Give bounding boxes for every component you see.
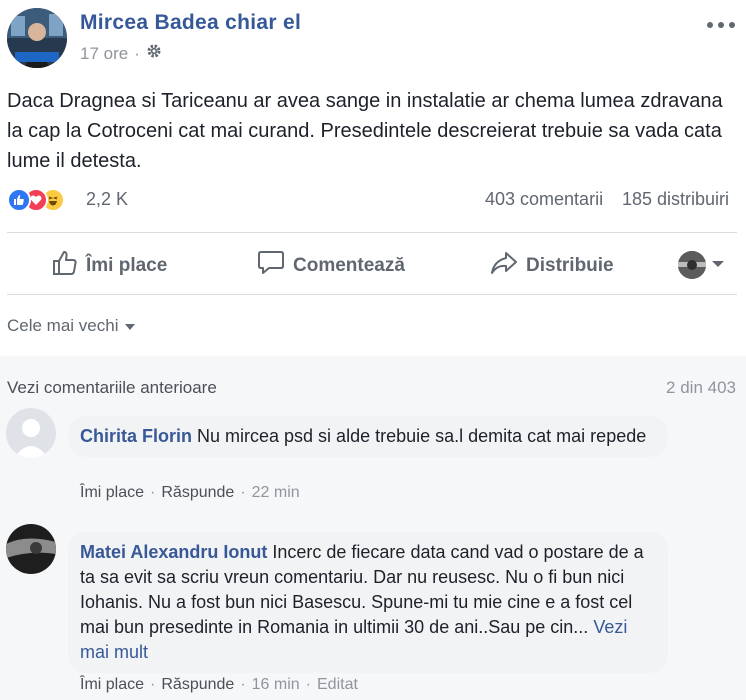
comment-reply-link[interactable]: Răspunde <box>161 484 234 502</box>
post-action-bar: Îmi place Comentează Distribuie <box>0 241 746 287</box>
shares-count[interactable]: 185 distribuiri <box>622 189 729 210</box>
share-button[interactable]: Distribuie <box>490 250 614 282</box>
share-button-label: Distribuie <box>526 255 614 276</box>
speech-bubble-icon <box>257 250 285 282</box>
thumbs-up-icon <box>52 250 78 282</box>
separator: · <box>150 484 156 501</box>
separator: · <box>305 676 311 693</box>
reaction-count[interactable]: 2,2 K <box>86 189 128 210</box>
commenter-avatar-image <box>6 524 56 574</box>
edited-label[interactable]: Editat <box>317 676 358 694</box>
sort-label: Cele mai vechi <box>7 316 119 335</box>
separator: · <box>240 484 246 501</box>
comment-bubble: Chirita Florin Nu mircea psd si alde tre… <box>68 416 668 457</box>
commenter-avatar[interactable] <box>6 524 56 574</box>
comment-author[interactable]: Matei Alexandru Ionut <box>80 542 267 562</box>
separator: · <box>240 676 246 693</box>
gear-icon[interactable] <box>146 43 162 64</box>
author-avatar-image <box>7 8 67 68</box>
post-header: Mircea Badea chiar el 17 ore · <box>0 0 746 80</box>
like-reaction-icon <box>7 188 31 212</box>
post-time[interactable]: 17 ore <box>80 44 128 64</box>
reaction-icons[interactable] <box>7 188 65 212</box>
comment-actions: Îmi place · Răspunde · 16 min · Editat <box>80 676 358 694</box>
post-text: Daca Dragnea si Tariceanu ar avea sange … <box>7 90 723 172</box>
comments-page-count: 2 din 403 <box>666 378 736 397</box>
divider <box>7 232 737 233</box>
comment-like-link[interactable]: Îmi place <box>80 484 144 502</box>
post-author-name[interactable]: Mircea Badea chiar el <box>80 11 301 35</box>
comments-count[interactable]: 403 comentarii <box>485 189 603 210</box>
view-previous-comments-link[interactable]: Vezi comentariile anterioare <box>7 378 217 398</box>
comment-bubble: Matei Alexandru Ionut Incerc de fiecare … <box>68 532 668 673</box>
chevron-down-icon <box>711 256 725 274</box>
comment-sort-dropdown[interactable]: Cele mai vechi <box>7 316 135 336</box>
post-meta: 17 ore · <box>80 43 162 64</box>
share-arrow-icon <box>490 250 518 282</box>
comment-like-link[interactable]: Îmi place <box>80 676 144 694</box>
comments-section: Vezi comentariile anterioare 2 din 403 C… <box>0 356 746 700</box>
comment-time[interactable]: 22 min <box>252 484 300 502</box>
chevron-down-icon <box>124 316 135 336</box>
like-button-label: Îmi place <box>86 255 168 276</box>
comment-author[interactable]: Chirita Florin <box>80 426 192 446</box>
comment-reply-link[interactable]: Răspunde <box>161 676 234 694</box>
author-avatar[interactable] <box>7 8 67 68</box>
meta-separator: · <box>134 43 140 63</box>
user-avatar <box>678 251 706 279</box>
comment-button-label: Comentează <box>293 255 405 276</box>
audience-selector[interactable] <box>678 251 725 279</box>
default-avatar-icon <box>6 408 56 458</box>
separator: · <box>150 676 156 693</box>
more-dots-icon[interactable] <box>706 6 736 37</box>
commenter-avatar[interactable] <box>6 408 56 458</box>
comment-text: Nu mircea psd si alde trebuie sa.l demit… <box>197 426 647 446</box>
reactions-summary: 2,2 K 403 comentarii 185 distribuiri <box>0 186 746 216</box>
comment-actions: Îmi place · Răspunde · 22 min <box>80 484 300 502</box>
comment-button[interactable]: Comentează <box>257 250 405 282</box>
like-button[interactable]: Îmi place <box>52 250 167 282</box>
comment-time[interactable]: 16 min <box>252 676 300 694</box>
divider <box>7 294 737 295</box>
